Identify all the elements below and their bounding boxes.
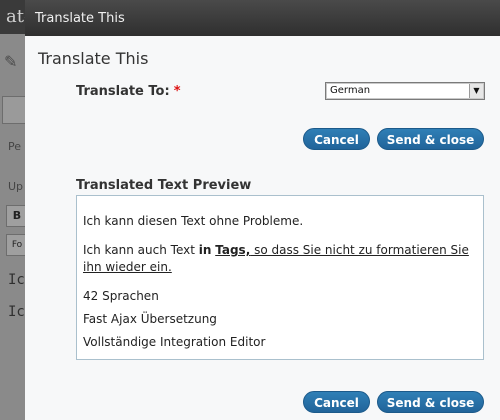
background-line-2: Ic <box>8 304 25 320</box>
background-label-pe: Pe <box>8 140 22 153</box>
background-box <box>2 96 26 124</box>
cancel-button-bottom[interactable]: Cancel <box>303 391 370 413</box>
dialog-titlebar[interactable]: Translate This <box>25 0 500 36</box>
language-select-value: German <box>330 85 371 96</box>
translated-preview: Ich kann diesen Text ohne Probleme. Ich … <box>76 195 484 360</box>
send-close-button-top[interactable]: Send & close <box>377 128 484 150</box>
preview-line-2-bold: in <box>198 243 212 257</box>
dialog-body: Translate This Translate To: * German ▼ C… <box>25 36 500 420</box>
preview-line-1: Ich kann diesen Text ohne Probleme. <box>83 214 304 228</box>
preview-line-5: Vollständige Integration Editor <box>83 335 266 349</box>
chevron-down-icon[interactable]: ▼ <box>469 84 483 98</box>
preview-line-2-start: Ich kann auch Text <box>83 243 199 257</box>
pin-icon: ✎ <box>4 52 18 71</box>
dialog-heading: Translate This <box>38 49 149 68</box>
background-line-1: Ic <box>8 272 25 288</box>
translate-to-text: Translate To: <box>76 84 170 99</box>
preview-line-4: Fast Ajax Übersetzung <box>83 312 217 326</box>
translate-to-label: Translate To: * <box>76 84 181 99</box>
send-close-button-bottom[interactable]: Send & close <box>377 391 484 413</box>
preview-line-2: Ich kann auch Text in Tags, so dass Sie … <box>83 242 475 276</box>
cancel-button-top[interactable]: Cancel <box>303 128 370 150</box>
required-mark: * <box>173 84 181 99</box>
preview-label: Translated Text Preview <box>76 178 252 193</box>
preview-line-2-tags: Tags, <box>215 243 251 257</box>
background-label-up: Up <box>8 180 24 193</box>
language-select[interactable]: German ▼ <box>325 82 485 100</box>
preview-line-3: 42 Sprachen <box>83 289 159 303</box>
translate-dialog: Translate This Translate This Translate … <box>25 0 500 420</box>
dialog-window-title: Translate This <box>35 11 125 26</box>
